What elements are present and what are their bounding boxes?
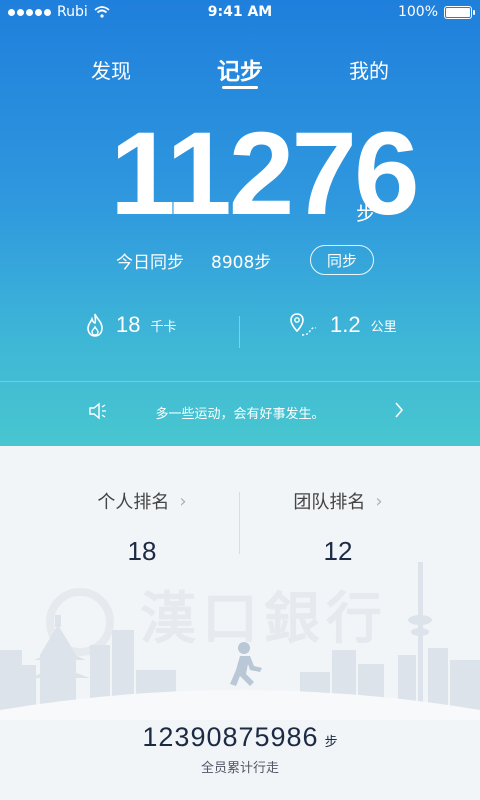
status-bar: Rubi 9:41 AM 100% xyxy=(0,0,480,26)
sync-value: 8908步 xyxy=(211,253,272,273)
stats-divider xyxy=(239,316,240,348)
sync-row: 今日同步 8908步 同步 xyxy=(0,245,480,276)
chevron-right-icon: › xyxy=(179,490,187,512)
personal-rank-title: 个人排名 › xyxy=(62,488,222,514)
team-rank[interactable]: 团队排名 › 12 xyxy=(258,488,418,567)
stats-row: 18 千卡 1.2 公里 xyxy=(0,312,480,352)
distance-value: 1.2 xyxy=(330,312,361,337)
ranking-section: 个人排名 › 18 团队排名 › 12 xyxy=(0,488,480,568)
team-rank-title: 团队排名 › xyxy=(258,488,418,514)
calories-value: 18 xyxy=(116,312,141,337)
tab-steps[interactable]: 记步 xyxy=(217,52,263,86)
total-steps-unit: 步 xyxy=(324,735,338,750)
total-steps-row: 12390875986 步 xyxy=(0,722,480,753)
chevron-right-icon xyxy=(395,402,404,418)
battery-icon xyxy=(444,5,475,19)
step-unit: 步 xyxy=(356,201,376,225)
tab-discover[interactable]: 发现 xyxy=(91,55,131,84)
calories-stat: 18 千卡 xyxy=(86,312,177,338)
personal-rank-label: 个人排名 xyxy=(97,492,170,513)
distance-stat: 1.2 公里 xyxy=(288,312,397,338)
sync-button[interactable]: 同步 xyxy=(310,245,374,275)
calories-unit: 千卡 xyxy=(150,319,177,335)
footer-total: 12390875986 步 全员累计行走 xyxy=(0,722,480,776)
personal-rank[interactable]: 个人排名 › 18 xyxy=(62,488,222,567)
battery-percent: 100% xyxy=(397,4,438,20)
location-route-icon xyxy=(290,313,317,336)
notice-text: 多一些运动，会有好事发生。 xyxy=(155,407,325,422)
team-rank-label: 团队排名 xyxy=(293,492,366,513)
status-right: 100% xyxy=(397,4,475,20)
tab-mine[interactable]: 我的 xyxy=(349,55,389,84)
city-skyline-illustration: 漢口銀行 xyxy=(0,562,480,720)
watermark-text: 漢口銀行 xyxy=(140,587,388,652)
flame-icon xyxy=(87,313,103,337)
notice-bar[interactable]: 多一些运动，会有好事发生。 xyxy=(0,398,480,428)
sync-label: 今日同步 xyxy=(116,253,184,273)
total-steps-value: 12390875986 xyxy=(142,722,319,752)
chevron-right-icon: › xyxy=(375,490,383,512)
hero-divider xyxy=(0,381,480,382)
distance-unit: 公里 xyxy=(370,319,397,335)
ranking-divider xyxy=(239,492,240,554)
total-steps-label: 全员累计行走 xyxy=(200,761,279,776)
active-tab-indicator xyxy=(222,86,258,89)
